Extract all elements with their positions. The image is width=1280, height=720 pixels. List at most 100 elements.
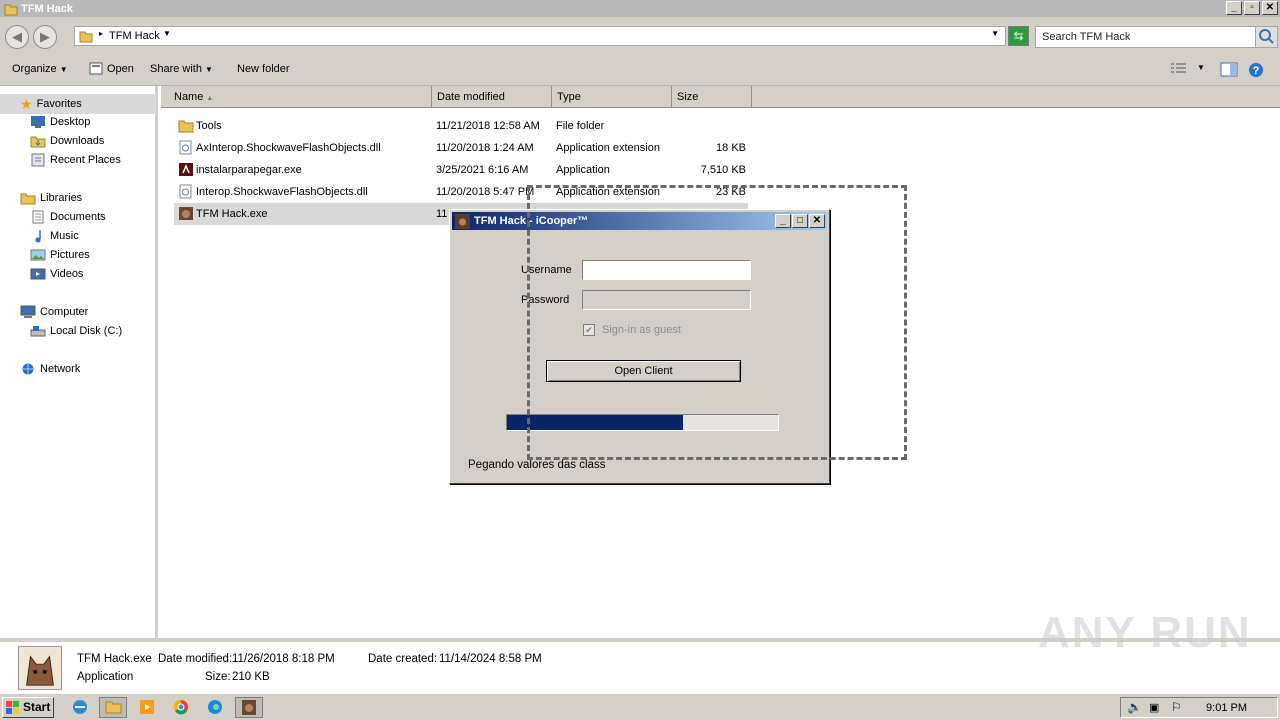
breadcrumb-path[interactable]: TFM Hack <box>109 30 160 42</box>
minimize-button[interactable]: _ <box>1226 1 1242 15</box>
nav-computer[interactable]: Computer <box>20 305 88 319</box>
tfm-hack-icon <box>455 214 470 229</box>
local-disk-icon <box>30 326 46 337</box>
search-button[interactable] <box>1255 27 1277 47</box>
nav-music[interactable]: Music <box>30 229 79 243</box>
action-center-flag-icon[interactable]: ⚐ <box>1171 700 1182 714</box>
restore-button[interactable]: ▫ <box>1244 1 1260 15</box>
view-dropdown-icon[interactable]: ▼ <box>1197 63 1205 72</box>
column-header-filler <box>752 86 1280 108</box>
help-button[interactable]: ? <box>1248 62 1264 81</box>
system-tray: 🔈 ▣ ⚐ 9:01 PM <box>1120 697 1278 718</box>
computer-icon <box>20 305 36 318</box>
taskbar-tfm-hack[interactable] <box>235 697 263 718</box>
taskbar-edge[interactable] <box>201 697 229 718</box>
taskbar-explorer[interactable] <box>99 697 127 718</box>
nav-recent-places[interactable]: Recent Places <box>30 153 121 167</box>
drag-outline <box>527 185 907 460</box>
clock[interactable]: 9:01 PM <box>1206 702 1247 714</box>
dll-file-icon <box>179 184 192 199</box>
open-button[interactable]: Open <box>89 62 134 75</box>
file-date: 3/25/2021 6:16 AM <box>436 164 529 176</box>
open-icon <box>89 62 103 75</box>
preview-pane-icon <box>1220 62 1238 77</box>
command-bar: Organize ▼ Open Share with ▼ New folder … <box>0 53 1280 86</box>
taskbar-media-player[interactable] <box>133 697 161 718</box>
dialog-status-text: Pegando valores das class <box>468 459 606 471</box>
column-header-type[interactable]: Type <box>552 86 672 108</box>
file-name: Interop.ShockwaveFlashObjects.dll <box>196 186 368 198</box>
view-list-icon <box>1171 63 1186 73</box>
nav-desktop[interactable]: Desktop <box>30 115 90 129</box>
explorer-icon <box>105 701 122 714</box>
window-title: TFM Hack <box>21 2 73 15</box>
file-size: 7,510 KB <box>700 164 746 176</box>
forward-button[interactable]: ▶ <box>33 25 57 49</box>
refresh-button[interactable]: ⇆ <box>1008 26 1029 46</box>
nav-network[interactable]: Network <box>20 362 80 376</box>
nav-pictures[interactable]: Pictures <box>30 248 90 262</box>
file-name: AxInterop.ShockwaveFlashObjects.dll <box>196 142 381 154</box>
taskbar-chrome[interactable] <box>167 697 195 718</box>
new-folder-button[interactable]: New folder <box>237 63 290 75</box>
downloads-icon <box>30 136 46 148</box>
nav-documents[interactable]: Documents <box>30 210 106 224</box>
details-file-name: TFM Hack.exe <box>77 653 152 665</box>
help-icon: ? <box>1249 63 1263 77</box>
file-type: Application extension <box>556 142 660 154</box>
file-type: Application <box>556 164 610 176</box>
edge-icon <box>208 700 222 714</box>
forward-arrow-icon: ▶ <box>40 29 50 44</box>
column-header-name[interactable]: Name ▲ <box>161 86 432 108</box>
column-header-date[interactable]: Date modified <box>432 86 552 108</box>
search-input[interactable]: Search TFM Hack <box>1035 26 1278 48</box>
music-icon <box>35 230 41 243</box>
tfm-hack-exe-icon <box>179 207 193 220</box>
window-titlebar[interactable]: TFM Hack _ ▫ ✕ <box>0 0 1280 17</box>
column-header-size[interactable]: Size <box>672 86 752 108</box>
desktop-icon <box>31 116 45 128</box>
network-icon <box>22 363 34 375</box>
start-button[interactable]: Start <box>2 697 54 718</box>
close-button[interactable]: ✕ <box>1262 1 1278 15</box>
pictures-icon <box>30 249 46 261</box>
chevron-down-icon[interactable]: ▼ <box>163 29 171 38</box>
volume-icon[interactable]: 🔈 <box>1127 700 1142 714</box>
file-name: Tools <box>196 120 222 132</box>
nav-local-disk[interactable]: Local Disk (C:) <box>30 324 122 338</box>
details-modified-value: 11/26/2018 8:18 PM <box>232 653 335 665</box>
file-row[interactable]: Tools 11/21/2018 12:58 AM File folder <box>174 115 748 137</box>
back-button[interactable]: ◀ <box>5 25 29 49</box>
taskbar: Start 🔈 ▣ ⚐ 9:01 PM <box>0 693 1280 720</box>
tfm-hack-icon <box>242 700 256 715</box>
network-tray-icon[interactable]: ▣ <box>1149 701 1159 714</box>
nav-favorites[interactable]: ★ Favorites <box>0 94 156 114</box>
organize-button[interactable]: Organize ▼ <box>12 63 68 75</box>
address-dropdown-icon[interactable]: ▼ <box>991 29 999 38</box>
file-name: TFM Hack.exe <box>196 208 268 220</box>
address-field[interactable]: ▸ TFM Hack ▼ ▼ <box>74 26 1006 46</box>
breadcrumb-arrow-icon[interactable]: ▸ <box>99 29 103 38</box>
navigation-pane: ★ Favorites Desktop Downloads Recent Pla… <box>0 86 158 638</box>
anyrun-watermark: ANY RUN <box>1038 608 1252 657</box>
details-created-value: 11/14/2024 8:58 PM <box>439 653 542 665</box>
file-row[interactable]: instalarparapegar.exe 3/25/2021 6:16 AM … <box>174 159 748 181</box>
media-player-icon <box>140 700 154 714</box>
nav-videos[interactable]: Videos <box>30 267 83 281</box>
preview-pane-button[interactable] <box>1220 62 1238 80</box>
star-icon: ★ <box>20 95 33 112</box>
taskbar-ie[interactable] <box>66 697 94 718</box>
file-size: 18 KB <box>716 142 746 154</box>
share-with-button[interactable]: Share with ▼ <box>150 63 213 75</box>
nav-downloads[interactable]: Downloads <box>30 134 104 148</box>
refresh-icon: ⇆ <box>1013 29 1024 43</box>
dll-file-icon <box>179 140 192 155</box>
file-name: instalarparapegar.exe <box>196 164 302 176</box>
view-options-button[interactable] <box>1170 62 1188 79</box>
details-size-label: Size: <box>205 671 231 683</box>
file-row[interactable]: AxInterop.ShockwaveFlashObjects.dll 11/2… <box>174 137 748 159</box>
nav-libraries[interactable]: Libraries <box>20 191 82 205</box>
file-date: 11/20/2018 1:24 AM <box>436 142 534 154</box>
details-size-value: 210 KB <box>232 671 270 683</box>
recent-places-icon <box>31 153 45 167</box>
